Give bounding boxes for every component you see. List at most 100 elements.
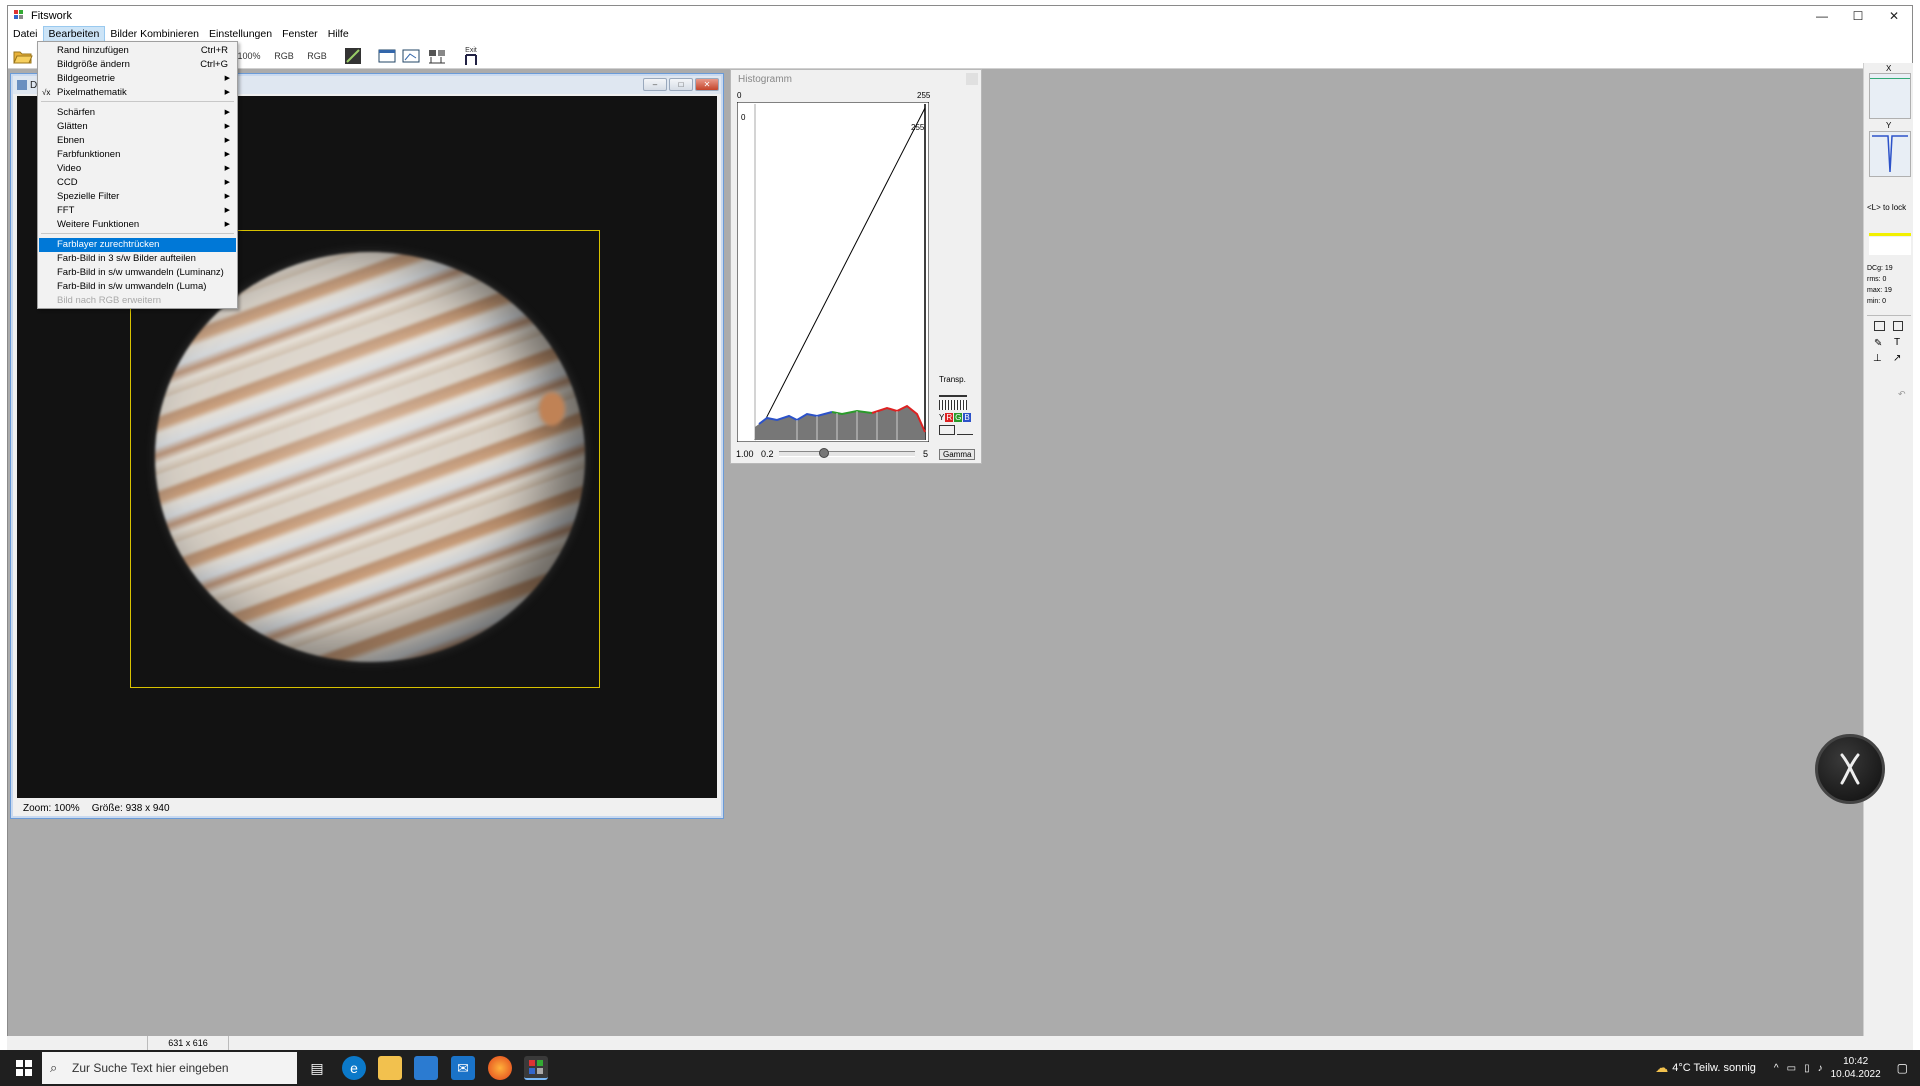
search-icon: ⌕ bbox=[50, 1060, 58, 1075]
histogram-window[interactable]: Histogramm 0 255 0 255 Transp. Y R G B 1… bbox=[730, 69, 982, 464]
pick-tool-icon[interactable]: ✎ bbox=[1874, 338, 1882, 349]
app-icon bbox=[14, 9, 26, 22]
undo-icon[interactable]: ↶ bbox=[1898, 389, 1906, 400]
stat-dcg: DCg: 19 bbox=[1867, 265, 1893, 272]
y-profile-preview bbox=[1869, 131, 1911, 177]
barcode-icon[interactable] bbox=[939, 400, 967, 410]
menu-einstellungen[interactable]: Einstellungen bbox=[204, 26, 277, 42]
tools-icon[interactable] bbox=[426, 47, 448, 65]
menu-bearbeiten[interactable]: Bearbeiten bbox=[42, 26, 106, 42]
file-explorer-icon[interactable] bbox=[378, 1056, 402, 1080]
gamma-button[interactable]: Gamma bbox=[939, 448, 976, 460]
histogram-window-icon[interactable] bbox=[401, 47, 421, 65]
y-profile-label: Y bbox=[1886, 121, 1892, 130]
menu-item-label: Schärfen bbox=[57, 107, 96, 118]
fitswork-taskbar-icon[interactable] bbox=[524, 1056, 548, 1080]
levels-icon[interactable] bbox=[343, 47, 363, 65]
transp-range-icon[interactable] bbox=[939, 387, 967, 397]
menu-item-ebnen[interactable]: Ebnen ▶ bbox=[39, 134, 236, 148]
menu-fenster[interactable]: Fenster bbox=[277, 26, 323, 42]
menu-item-rand-hinzufügen[interactable]: Rand hinzufügen Ctrl+R bbox=[39, 44, 236, 58]
rgb-button-2[interactable]: RGB bbox=[305, 47, 329, 65]
menu-item-label: Glätten bbox=[57, 121, 88, 132]
stat-max: max: 19 bbox=[1867, 287, 1892, 294]
maximize-button[interactable]: ☐ bbox=[1840, 6, 1876, 25]
menu-item-label: Bild nach RGB erweitern bbox=[57, 295, 162, 306]
menu-item-pixelmathematik[interactable]: Pixelmathematik √x ▶ bbox=[39, 86, 236, 100]
image-restore-button[interactable]: □ bbox=[669, 78, 693, 91]
color-indicator bbox=[1869, 233, 1911, 236]
histogram-plot[interactable] bbox=[737, 102, 929, 442]
gamma-slider[interactable] bbox=[779, 448, 915, 458]
image-close-button[interactable]: ✕ bbox=[695, 78, 719, 91]
menu-item-bildgeometrie[interactable]: Bildgeometrie ▶ bbox=[39, 72, 236, 86]
menu-datei[interactable]: Datei bbox=[8, 26, 43, 42]
menu-item-farbfunktionen[interactable]: Farbfunktionen ▶ bbox=[39, 148, 236, 162]
menu-item-farb-bild-in-s-w-umwandeln-luminanz[interactable]: Farb-Bild in s/w umwandeln (Luminanz) bbox=[39, 266, 236, 280]
notification-icon[interactable]: ▢ bbox=[1897, 1061, 1908, 1075]
menu-item-label: Bildgröße ändern bbox=[57, 59, 130, 70]
window-layout-icon[interactable] bbox=[377, 47, 397, 65]
floating-app-button[interactable] bbox=[1815, 734, 1885, 804]
battery-icon[interactable]: ▯ bbox=[1804, 1063, 1810, 1074]
menu-item-farb-bild-in-s-w-umwandeln-luma[interactable]: Farb-Bild in s/w umwandeln (Luma) bbox=[39, 280, 236, 294]
weather-text[interactable]: 4°C Teilw. sonnig bbox=[1672, 1062, 1756, 1074]
histogram-y-high: 255 bbox=[911, 123, 925, 132]
linear-mode-icon[interactable] bbox=[957, 425, 973, 435]
menu-item-farblayer-zurechtrücken[interactable]: Farblayer zurechtrücken bbox=[39, 238, 236, 252]
windows-start-icon[interactable] bbox=[8, 1058, 40, 1078]
menu-bilder-kombinieren[interactable]: Bilder Kombinieren bbox=[105, 26, 204, 42]
store-icon[interactable] bbox=[414, 1056, 438, 1080]
image-minimize-button[interactable]: – bbox=[643, 78, 667, 91]
mail-icon[interactable]: ✉ bbox=[451, 1056, 475, 1080]
channel-b[interactable]: B bbox=[963, 413, 971, 422]
title-bar: Fitswork — ☐ ✕ bbox=[8, 6, 1912, 25]
curve-mode-icon[interactable] bbox=[939, 425, 955, 435]
tray-expand-icon[interactable]: ^ bbox=[1774, 1063, 1779, 1074]
menu-item-label: Rand hinzufügen bbox=[57, 45, 129, 56]
status-dimensions: 631 x 616 bbox=[147, 1036, 229, 1050]
open-folder-icon[interactable] bbox=[12, 47, 34, 65]
text-tool-icon[interactable]: T bbox=[1894, 337, 1900, 348]
menu-item-schärfen[interactable]: Schärfen ▶ bbox=[39, 106, 236, 120]
menu-item-bildgröße-ändern[interactable]: Bildgröße ändern Ctrl+G bbox=[39, 58, 236, 72]
close-button[interactable]: ✕ bbox=[1876, 6, 1912, 25]
histogram-titlebar[interactable]: Histogramm bbox=[732, 71, 980, 88]
stamp-tool-icon[interactable]: ⊥ bbox=[1873, 353, 1882, 364]
stat-min: min: 0 bbox=[1867, 298, 1887, 305]
exit-button[interactable]: Exit bbox=[460, 47, 482, 65]
line-tool-icon[interactable]: ↗ bbox=[1893, 353, 1901, 364]
gamma-slider-thumb[interactable] bbox=[819, 448, 829, 458]
menu-item-label: Farb-Bild in 3 s/w Bilder aufteilen bbox=[57, 253, 196, 264]
channel-g[interactable]: G bbox=[954, 413, 963, 422]
histogram-close-button[interactable] bbox=[966, 73, 978, 85]
slider-max-label: 5 bbox=[923, 449, 929, 459]
submenu-arrow-icon: ▶ bbox=[224, 151, 230, 158]
submenu-arrow-icon: ▶ bbox=[224, 221, 230, 228]
menu-item-fft[interactable]: FFT ▶ bbox=[39, 204, 236, 218]
image-tool-icon[interactable] bbox=[1874, 321, 1885, 331]
rgb-button-1[interactable]: RGB bbox=[272, 47, 296, 65]
rectangle-tool-icon[interactable] bbox=[1893, 321, 1903, 331]
clock[interactable]: 10:42 10.04.2022 bbox=[1831, 1055, 1881, 1081]
histogram-axis-right: 255 bbox=[917, 91, 931, 100]
menu-item-glätten[interactable]: Glätten ▶ bbox=[39, 120, 236, 134]
task-view-icon[interactable]: ▤ bbox=[305, 1056, 329, 1080]
minimize-button[interactable]: — bbox=[1804, 6, 1840, 25]
menu-item-farb-bild-in-3-s-w-bilder-aufteilen[interactable]: Farb-Bild in 3 s/w Bilder aufteilen bbox=[39, 252, 236, 266]
tool-palette: ✎ T ⊥ ↗ bbox=[1867, 315, 1911, 369]
channel-y[interactable]: Y bbox=[939, 413, 944, 422]
network-icon[interactable]: ▭ bbox=[1787, 1063, 1796, 1074]
menu-item-video[interactable]: Video ▶ bbox=[39, 162, 236, 176]
edge-browser-icon[interactable]: e bbox=[342, 1056, 366, 1080]
menu-hilfe[interactable]: Hilfe bbox=[323, 26, 354, 42]
channel-r[interactable]: R bbox=[945, 413, 954, 422]
taskbar-search-box[interactable]: ⌕ Zur Suche Text hier eingeben bbox=[42, 1052, 297, 1084]
menu-item-bild-nach-rgb-erweitern: Bild nach RGB erweitern bbox=[39, 294, 236, 308]
zoom-button[interactable]: 100% bbox=[236, 47, 262, 65]
menu-item-spezielle-filter[interactable]: Spezielle Filter ▶ bbox=[39, 190, 236, 204]
firefox-icon[interactable] bbox=[488, 1056, 512, 1080]
volume-icon[interactable]: ♪ bbox=[1818, 1063, 1823, 1074]
menu-item-ccd[interactable]: CCD ▶ bbox=[39, 176, 236, 190]
menu-item-weitere-funktionen[interactable]: Weitere Funktionen ▶ bbox=[39, 218, 236, 232]
